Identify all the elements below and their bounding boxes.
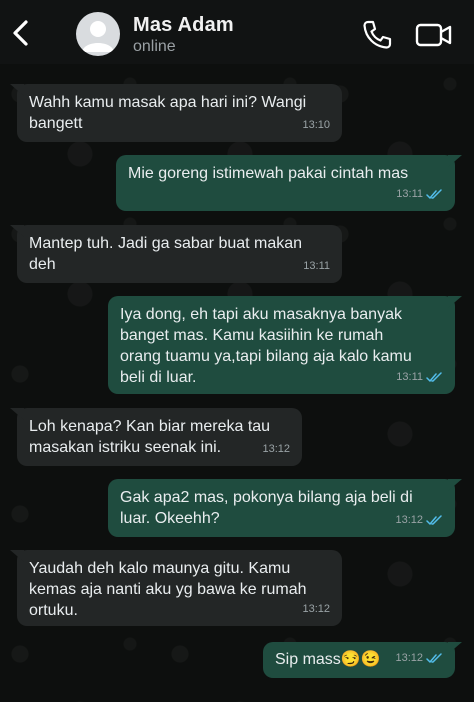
bubble-tail-icon: [10, 550, 24, 562]
message-time: 13:11: [396, 371, 423, 383]
message-time: 13:11: [396, 188, 423, 200]
message-meta: 13:12: [302, 599, 330, 620]
bubble-tail-icon: [448, 296, 462, 308]
read-receipt-icon: [426, 653, 442, 663]
message-incoming[interactable]: Loh kenapa? Kan biar mereka tau masakan …: [10, 408, 302, 466]
message-list[interactable]: Wahh kamu masak apa hari ini? Wangi bang…: [0, 64, 474, 702]
bubble-tail-icon: [10, 408, 24, 420]
video-call-icon[interactable]: [414, 20, 454, 50]
bubble-tail-icon: [448, 479, 462, 491]
message-meta: 13:12: [262, 439, 290, 460]
message-outgoing[interactable]: Mie goreng istimewah pakai cintah mas 13…: [116, 155, 462, 211]
message-incoming[interactable]: Mantep tuh. Jadi ga sabar buat makan deh…: [10, 225, 342, 283]
message-meta: 13:11: [303, 256, 330, 277]
bubble-tail-icon: [448, 155, 462, 167]
message-meta: 13:11: [396, 184, 443, 205]
message-meta: 13:11: [396, 367, 443, 388]
message-outgoing[interactable]: Iya dong, eh tapi aku masaknya banyak ba…: [108, 296, 462, 394]
chat-header: Mas Adam online: [0, 0, 474, 64]
bubble-tail-icon: [10, 84, 24, 96]
message-meta: 13:12: [395, 510, 443, 531]
message-text: Yaudah deh kalo maunya gitu. Kamu kemas …: [29, 560, 307, 619]
contact-status: online: [133, 38, 176, 55]
back-arrow-icon[interactable]: [8, 18, 34, 48]
bubble-tail-icon: [10, 225, 24, 237]
contact-name[interactable]: Mas Adam: [133, 14, 234, 37]
message-text: Mantep tuh. Jadi ga sabar buat makan deh: [29, 235, 303, 273]
message-time: 13:12: [302, 603, 330, 615]
message-meta: 13:12: [395, 648, 443, 669]
read-receipt-icon: [426, 372, 442, 382]
read-receipt-icon: [426, 515, 442, 525]
voice-call-icon[interactable]: [360, 18, 394, 52]
message-incoming[interactable]: Yaudah deh kalo maunya gitu. Kamu kemas …: [10, 550, 342, 626]
message-time: 13:11: [303, 260, 330, 272]
bubble-tail-icon: [448, 642, 462, 654]
read-receipt-icon: [426, 189, 442, 199]
message-time: 13:12: [395, 514, 423, 526]
message-meta: 13:10: [302, 115, 330, 136]
message-time: 13:10: [302, 119, 330, 131]
message-outgoing[interactable]: Sip mass😏😉 13:12: [263, 642, 462, 678]
message-text: Loh kenapa? Kan biar mereka tau masakan …: [29, 418, 271, 456]
message-text: Iya dong, eh tapi aku masaknya banyak ba…: [120, 306, 412, 386]
message-text: Wahh kamu masak apa hari ini? Wangi bang…: [29, 94, 307, 132]
message-time: 13:12: [262, 443, 290, 455]
message-outgoing[interactable]: Gak apa2 mas, pokonya bilang aja beli di…: [108, 479, 462, 537]
message-text: Mie goreng istimewah pakai cintah mas: [128, 165, 409, 182]
default-avatar-icon: [82, 21, 114, 52]
message-incoming[interactable]: Wahh kamu masak apa hari ini? Wangi bang…: [10, 84, 342, 142]
avatar[interactable]: [76, 12, 120, 56]
message-time: 13:12: [395, 652, 423, 664]
